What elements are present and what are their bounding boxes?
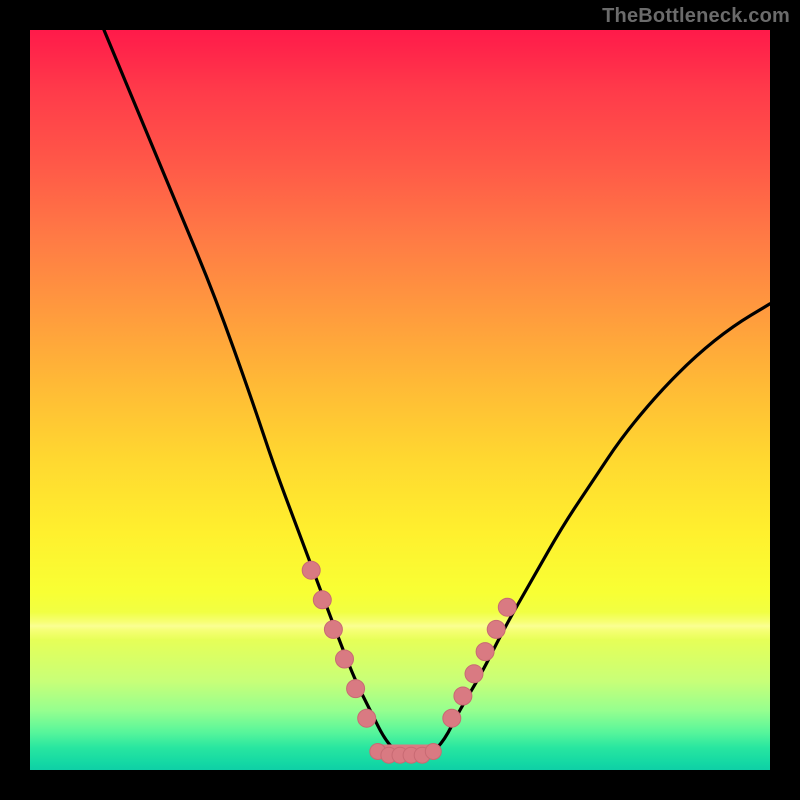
- watermark-text: TheBottleneck.com: [602, 6, 790, 26]
- background-gradient: [30, 30, 770, 770]
- chart-stage: TheBottleneck.com: [0, 0, 800, 800]
- plot-area: [30, 30, 770, 770]
